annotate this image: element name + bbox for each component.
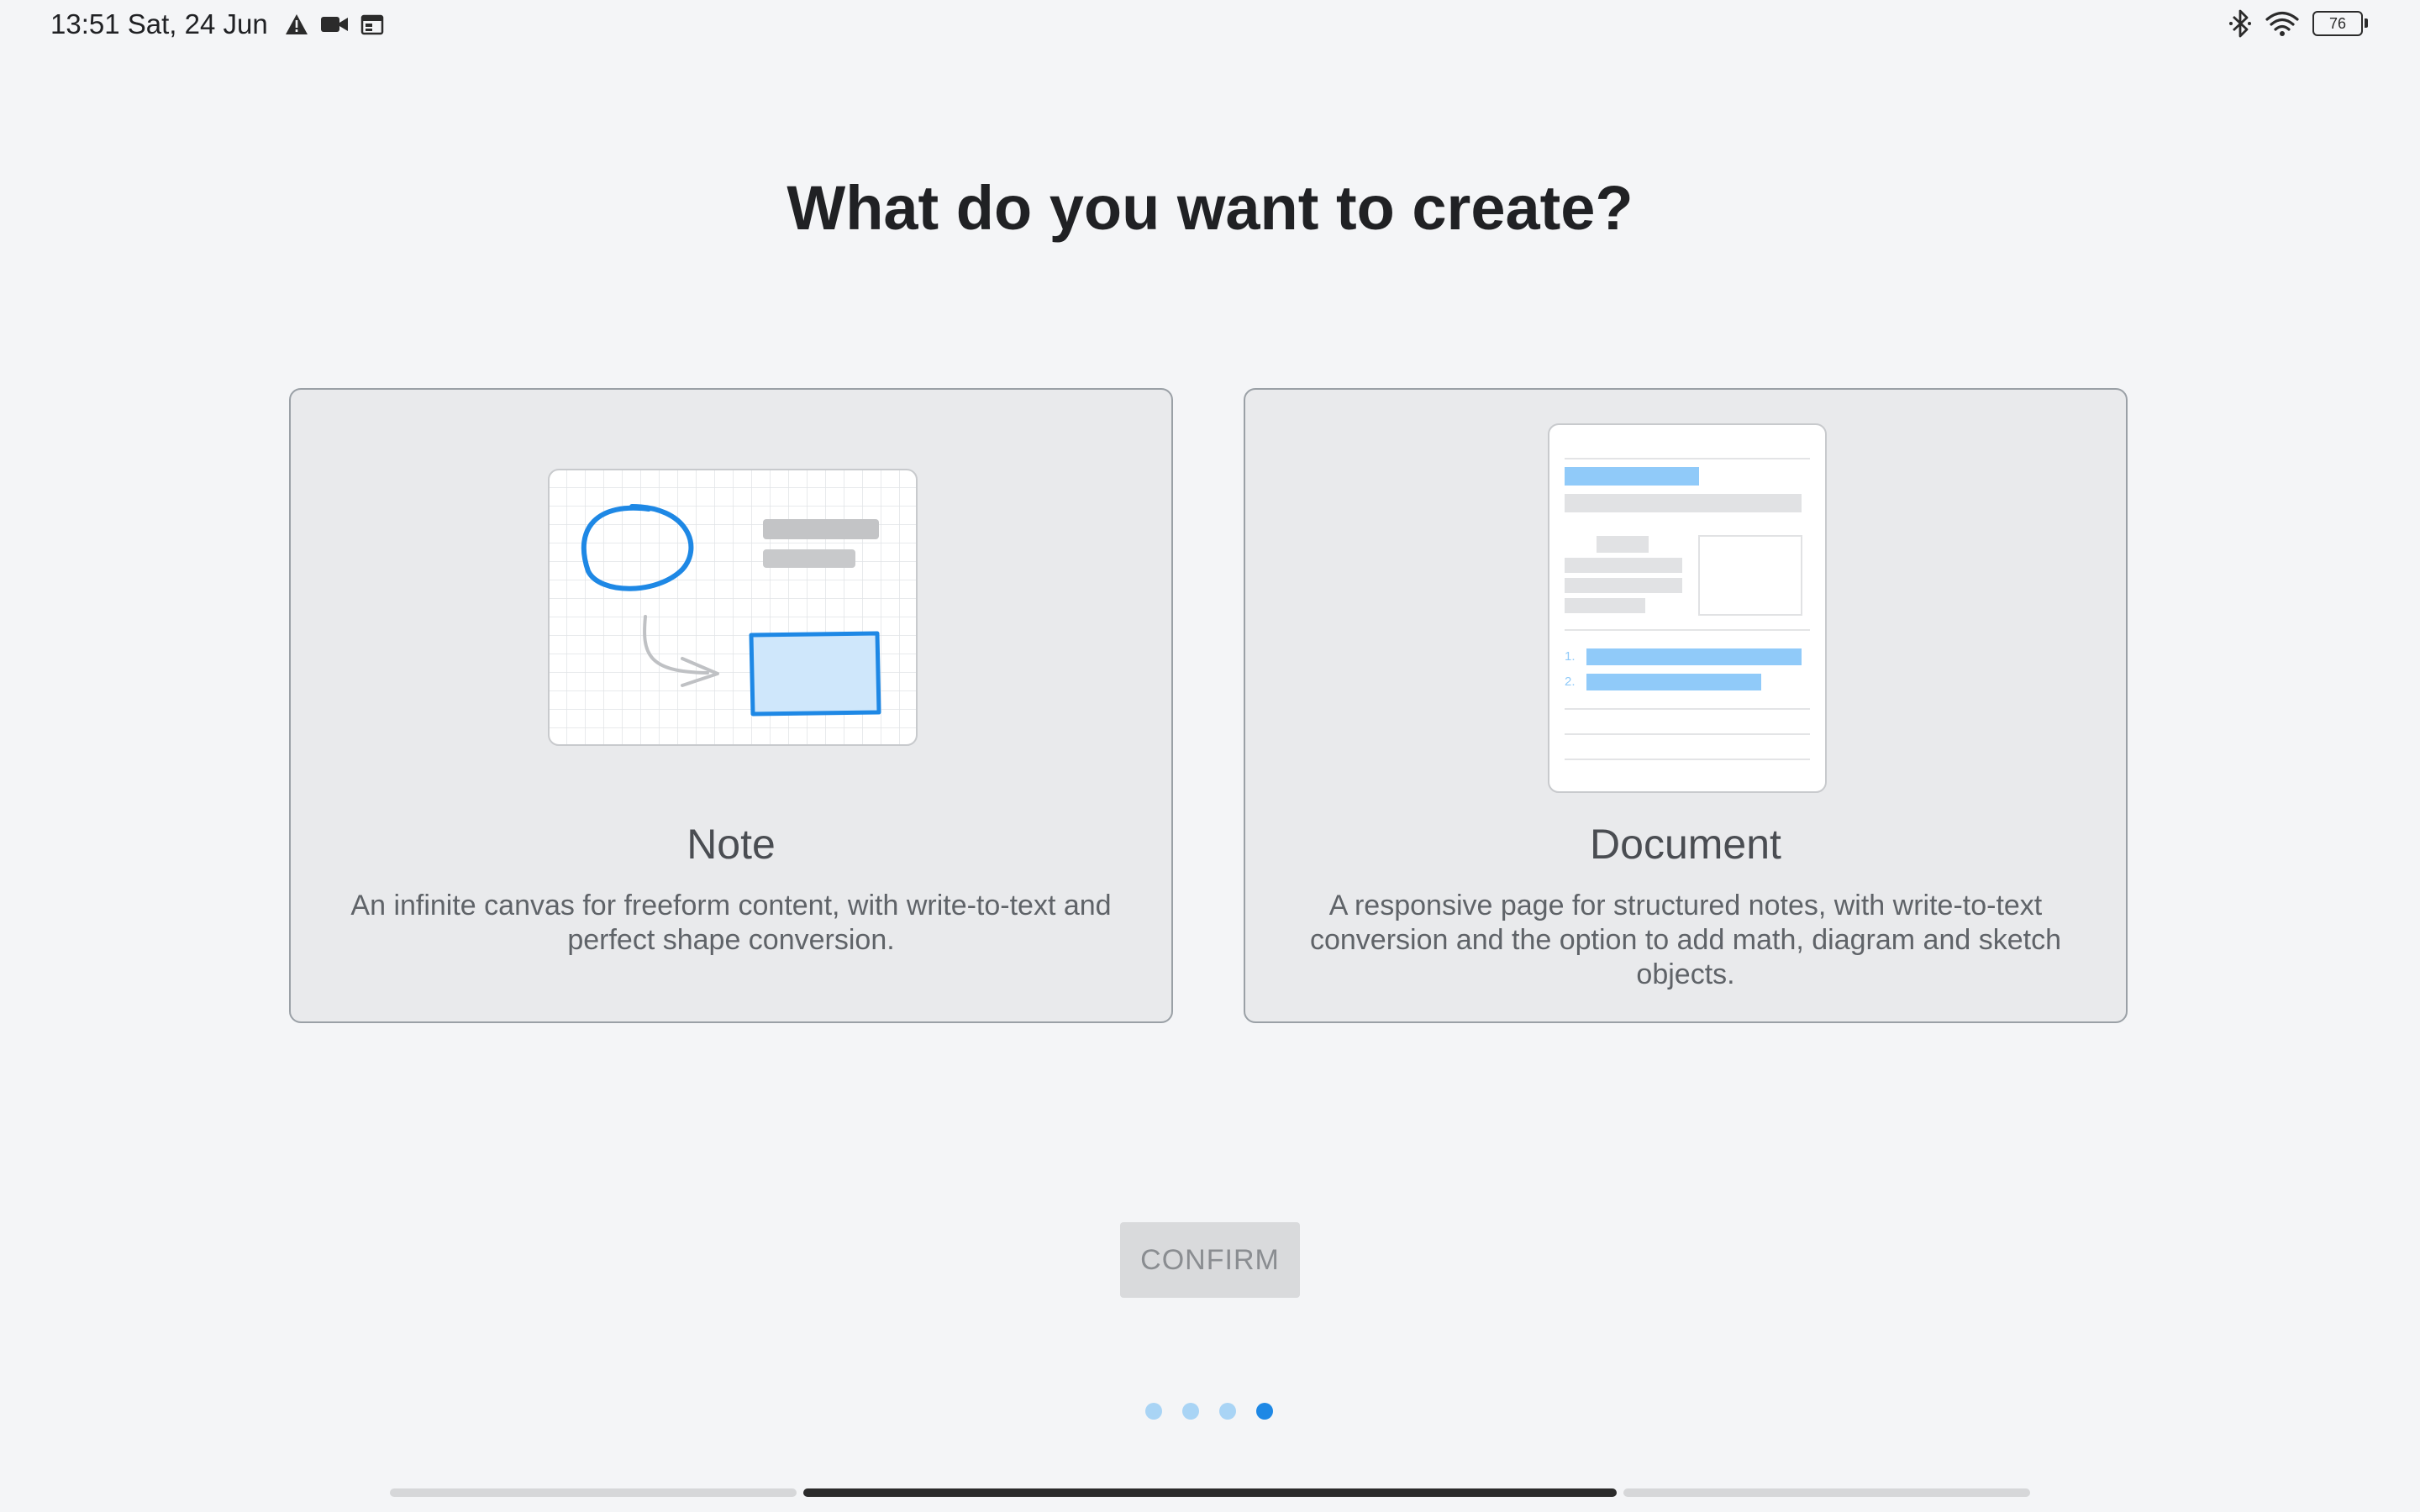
taskbar-segment-left	[390, 1488, 797, 1497]
confirm-button[interactable]: CONFIRM	[1120, 1222, 1300, 1298]
bottom-navigation-bars	[0, 1488, 2420, 1499]
note-option-card[interactable]: Note An infinite canvas for freeform con…	[289, 388, 1173, 1023]
page-indicator	[1145, 1403, 1273, 1420]
page-dot-4-active[interactable]	[1256, 1403, 1273, 1420]
warning-icon	[285, 13, 308, 35]
wifi-icon	[2265, 10, 2299, 37]
status-bar-left: 13:51 Sat, 24 Jun	[50, 8, 384, 40]
note-card-description: An infinite canvas for freeform content,…	[350, 890, 1112, 956]
page-dot-3[interactable]	[1219, 1403, 1236, 1420]
status-bar-right: 76	[2228, 8, 2368, 39]
video-camera-icon	[320, 14, 349, 34]
page-title: What do you want to create?	[786, 173, 1634, 243]
page-dot-2[interactable]	[1182, 1403, 1199, 1420]
doc-list-number-1: 1.	[1565, 649, 1576, 664]
home-gesture-handle[interactable]	[803, 1488, 1617, 1497]
status-time-date: 13:51 Sat, 24 Jun	[50, 8, 268, 39]
taskbar-segment-right	[1623, 1488, 2030, 1497]
note-canvas-icon	[548, 469, 918, 746]
battery-level: 76	[2328, 14, 2347, 32]
document-option-card[interactable]: 1. 2. Document A responsive page for str…	[1244, 388, 2128, 1023]
bluetooth-icon	[2228, 8, 2252, 39]
battery-icon: 76	[2312, 11, 2368, 36]
doc-list-number-2: 2.	[1565, 675, 1576, 689]
document-page-icon: 1. 2.	[1548, 423, 1827, 793]
status-bar: 13:51 Sat, 24 Jun 76	[0, 0, 2420, 52]
page-dot-1[interactable]	[1145, 1403, 1162, 1420]
document-card-description: A responsive page for structured notes, …	[1309, 890, 2061, 990]
note-card-title: Note	[687, 821, 776, 868]
calendar-icon	[360, 13, 384, 35]
document-card-title: Document	[1590, 821, 1781, 868]
